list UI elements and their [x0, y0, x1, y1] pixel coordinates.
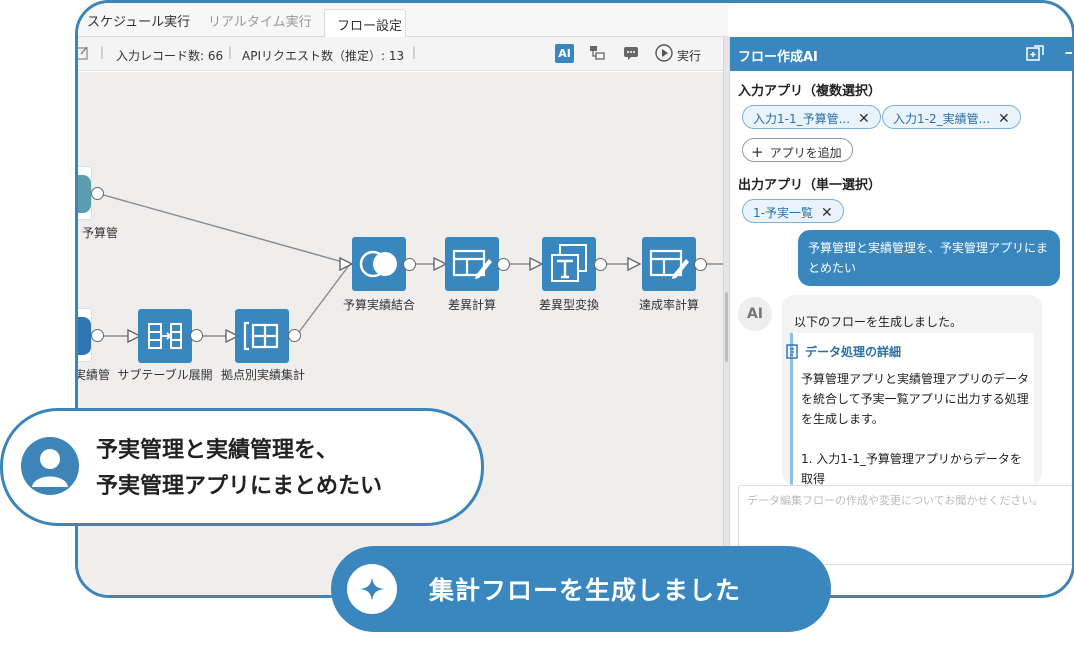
ai-message: 以下のフローを生成しました。 データ処理の詳細 予算管理アプリと実績管理アプリの…: [782, 295, 1042, 485]
tab-realtime-run[interactable]: リアルタイム実行: [208, 11, 312, 30]
node-label: 実績管: [75, 368, 110, 382]
node-label: 達成率計算: [638, 298, 699, 312]
add-app-label: アプリを追加: [769, 146, 842, 160]
remove-icon[interactable]: ✕: [998, 111, 1010, 127]
detail-card: データ処理の詳細 予算管理アプリと実績管理アプリのデータを統合して予実一覧アプリ…: [786, 333, 1034, 485]
remove-icon[interactable]: ✕: [858, 111, 870, 127]
node-label: 拠点別実績集計: [220, 368, 305, 382]
node-subtable-expand[interactable]: [138, 309, 192, 363]
play-icon[interactable]: [654, 43, 674, 63]
toolbar-separator: |: [412, 45, 417, 59]
app-icon: [78, 175, 91, 213]
callout-text: 予実管理と実績管理を、 予実管理アプリにまとめたい: [96, 433, 382, 505]
calc-edit-icon: [649, 249, 689, 279]
ai-panel: フロー作成AI − 入力アプリ（複数選択） 入力1-1_予算管... ✕ 入力1-…: [730, 37, 1072, 595]
node-port[interactable]: [91, 329, 104, 342]
output-app-heading: 出力アプリ（単一選択）: [738, 178, 882, 193]
user-callout: 予実管理と実績管理を、 予実管理アプリにまとめたい: [0, 408, 484, 526]
node-port[interactable]: [594, 258, 607, 271]
chip-label: 入力1-1_予算管...: [753, 112, 851, 126]
toolbar-separator: |: [228, 45, 233, 59]
node-achievement-rate[interactable]: [642, 237, 696, 291]
user-avatar-icon: [21, 437, 79, 495]
tab-bar: スケジュール実行 リアルタイム実行 フロー設定: [78, 3, 728, 38]
callout-line: 予実管理アプリにまとめたい: [96, 474, 383, 499]
remove-icon[interactable]: ✕: [821, 205, 833, 221]
callout-line: 予実管理と実績管理を、: [96, 438, 339, 463]
node-port[interactable]: [403, 258, 416, 271]
join-icon: [359, 250, 397, 278]
node-label: 差異型変換: [538, 298, 599, 312]
node-label: 差異計算: [447, 298, 496, 312]
node-aggregate[interactable]: [235, 309, 289, 363]
node-type-convert[interactable]: [542, 237, 596, 291]
detail-title: データ処理の詳細: [805, 345, 902, 359]
user-message: 予算管理と実績管理を、予実管理アプリにまとめたい: [798, 230, 1060, 286]
panel-header: フロー作成AI −: [730, 37, 1072, 71]
chip-label: 入力1-2_実績管...: [893, 112, 991, 126]
sparkle-icon: [347, 564, 397, 614]
arrowhead: [627, 256, 642, 272]
node-diff-calc[interactable]: [445, 237, 499, 291]
node-port[interactable]: [497, 258, 510, 271]
splitter-grip[interactable]: [725, 292, 728, 362]
input-apps-heading: 入力アプリ（複数選択）: [738, 84, 882, 99]
tab-schedule-run[interactable]: スケジュール実行: [87, 11, 190, 30]
chip-label: 1-予実一覧: [753, 206, 813, 220]
edit-icon[interactable]: [75, 43, 92, 63]
input-app-chip[interactable]: 入力1-1_予算管... ✕: [742, 105, 881, 129]
node-label: 予算管: [81, 226, 118, 240]
splitter[interactable]: [723, 37, 730, 595]
add-app-button[interactable]: + アプリを追加: [742, 138, 853, 162]
ai-avatar: AI: [738, 297, 772, 331]
api-request-count: APIリクエスト数（推定）: 13: [242, 49, 405, 63]
result-banner: 集計フローを生成しました: [331, 546, 831, 632]
input-record-count: 入力レコード数: 66: [116, 49, 224, 63]
toolbar: | 入力レコード数: 66 | APIリクエスト数（推定）: 13 | AI 実…: [78, 37, 726, 71]
ai-lead-text: 以下のフローを生成しました。: [794, 315, 963, 329]
input-app-chip[interactable]: 入力1-2_実績管... ✕: [882, 105, 1021, 129]
type-convert-icon: [551, 244, 587, 282]
detail-body: 予算管理アプリと実績管理アプリのデータを統合して予実一覧アプリに出力する処理を生…: [801, 372, 1030, 485]
ai-icon[interactable]: AI: [555, 44, 574, 63]
node-join[interactable]: [352, 237, 406, 291]
new-window-icon[interactable]: [1026, 45, 1044, 63]
aggregate-icon: [243, 321, 279, 351]
edge-budget-to-join: [99, 193, 351, 265]
subtable-icon: [148, 323, 182, 349]
node-budget[interactable]: [78, 166, 92, 220]
node-label: サブテーブル展開: [117, 368, 213, 382]
plus-icon: +: [751, 143, 764, 161]
calc-edit-icon: [452, 249, 492, 279]
node-port[interactable]: [91, 187, 104, 200]
panel-title: フロー作成AI: [738, 50, 818, 65]
banner-text: 集計フローを生成しました: [429, 576, 742, 605]
node-port[interactable]: [694, 258, 707, 271]
node-port[interactable]: [288, 329, 301, 342]
minimize-icon[interactable]: −: [1064, 43, 1072, 62]
app-icon: [78, 317, 91, 355]
output-app-chip[interactable]: 1-予実一覧 ✕: [742, 199, 844, 223]
tree-icon[interactable]: [587, 43, 607, 63]
node-port[interactable]: [190, 329, 203, 342]
run-button[interactable]: 実行: [677, 47, 701, 64]
tab-flow-settings[interactable]: フロー設定: [324, 9, 406, 38]
arrowhead: [529, 256, 544, 272]
comment-icon[interactable]: [621, 43, 641, 63]
toolbar-separator: |: [100, 45, 105, 59]
clipboard-icon: [786, 344, 798, 359]
node-actual[interactable]: [78, 308, 92, 362]
